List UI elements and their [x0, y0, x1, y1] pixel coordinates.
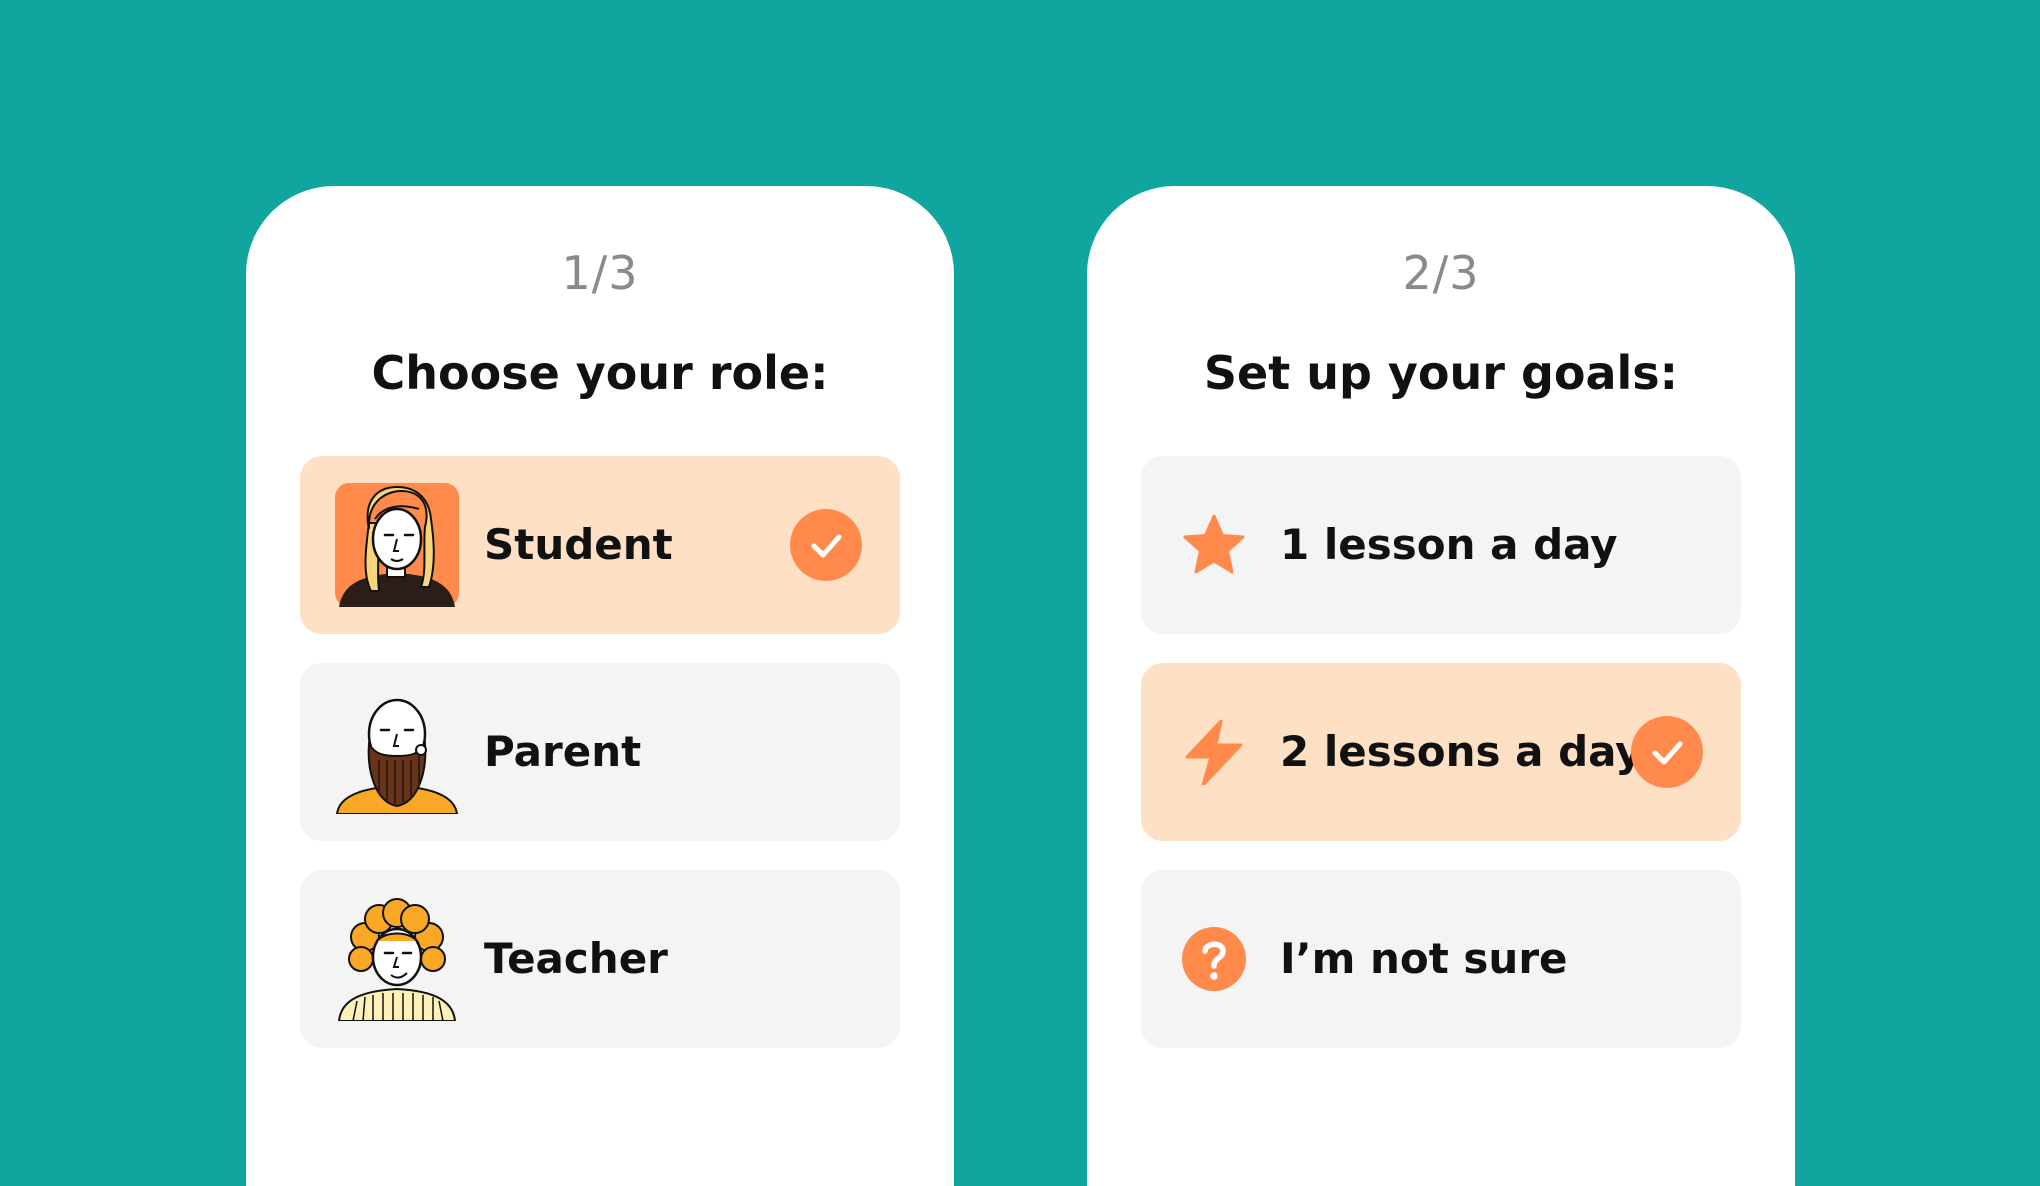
teacher-avatar [335, 897, 459, 1021]
role-option-teacher[interactable]: Teacher [300, 870, 900, 1048]
star-icon [1181, 512, 1247, 578]
step-indicator: 1/3 [561, 246, 639, 300]
check-icon [1631, 716, 1703, 788]
student-avatar [335, 483, 459, 607]
screen-title: Set up your goals: [1203, 346, 1679, 400]
goals-selection-screen: 2/3 Set up your goals: 1 lesson a day 2 … [1087, 186, 1795, 1186]
option-label: 2 lessons a day [1280, 727, 1643, 776]
role-option-student[interactable]: Student [300, 456, 900, 634]
role-option-parent[interactable]: Parent [300, 663, 900, 841]
goal-option-2-lessons[interactable]: 2 lessons a day [1141, 663, 1741, 841]
check-icon [790, 509, 862, 581]
step-indicator: 2/3 [1402, 246, 1480, 300]
role-selection-screen: 1/3 Choose your role: Student Parent Tea… [246, 186, 954, 1186]
option-label: Student [484, 520, 673, 569]
goal-option-1-lesson[interactable]: 1 lesson a day [1141, 456, 1741, 634]
option-label: 1 lesson a day [1280, 520, 1618, 569]
option-label: Parent [484, 727, 642, 776]
parent-avatar [335, 690, 459, 814]
goal-option-not-sure[interactable]: I’m not sure [1141, 870, 1741, 1048]
lightning-icon [1181, 719, 1247, 785]
question-icon [1181, 926, 1247, 992]
option-label: I’m not sure [1280, 934, 1568, 983]
screen-title: Choose your role: [371, 346, 829, 400]
option-label: Teacher [484, 934, 668, 983]
